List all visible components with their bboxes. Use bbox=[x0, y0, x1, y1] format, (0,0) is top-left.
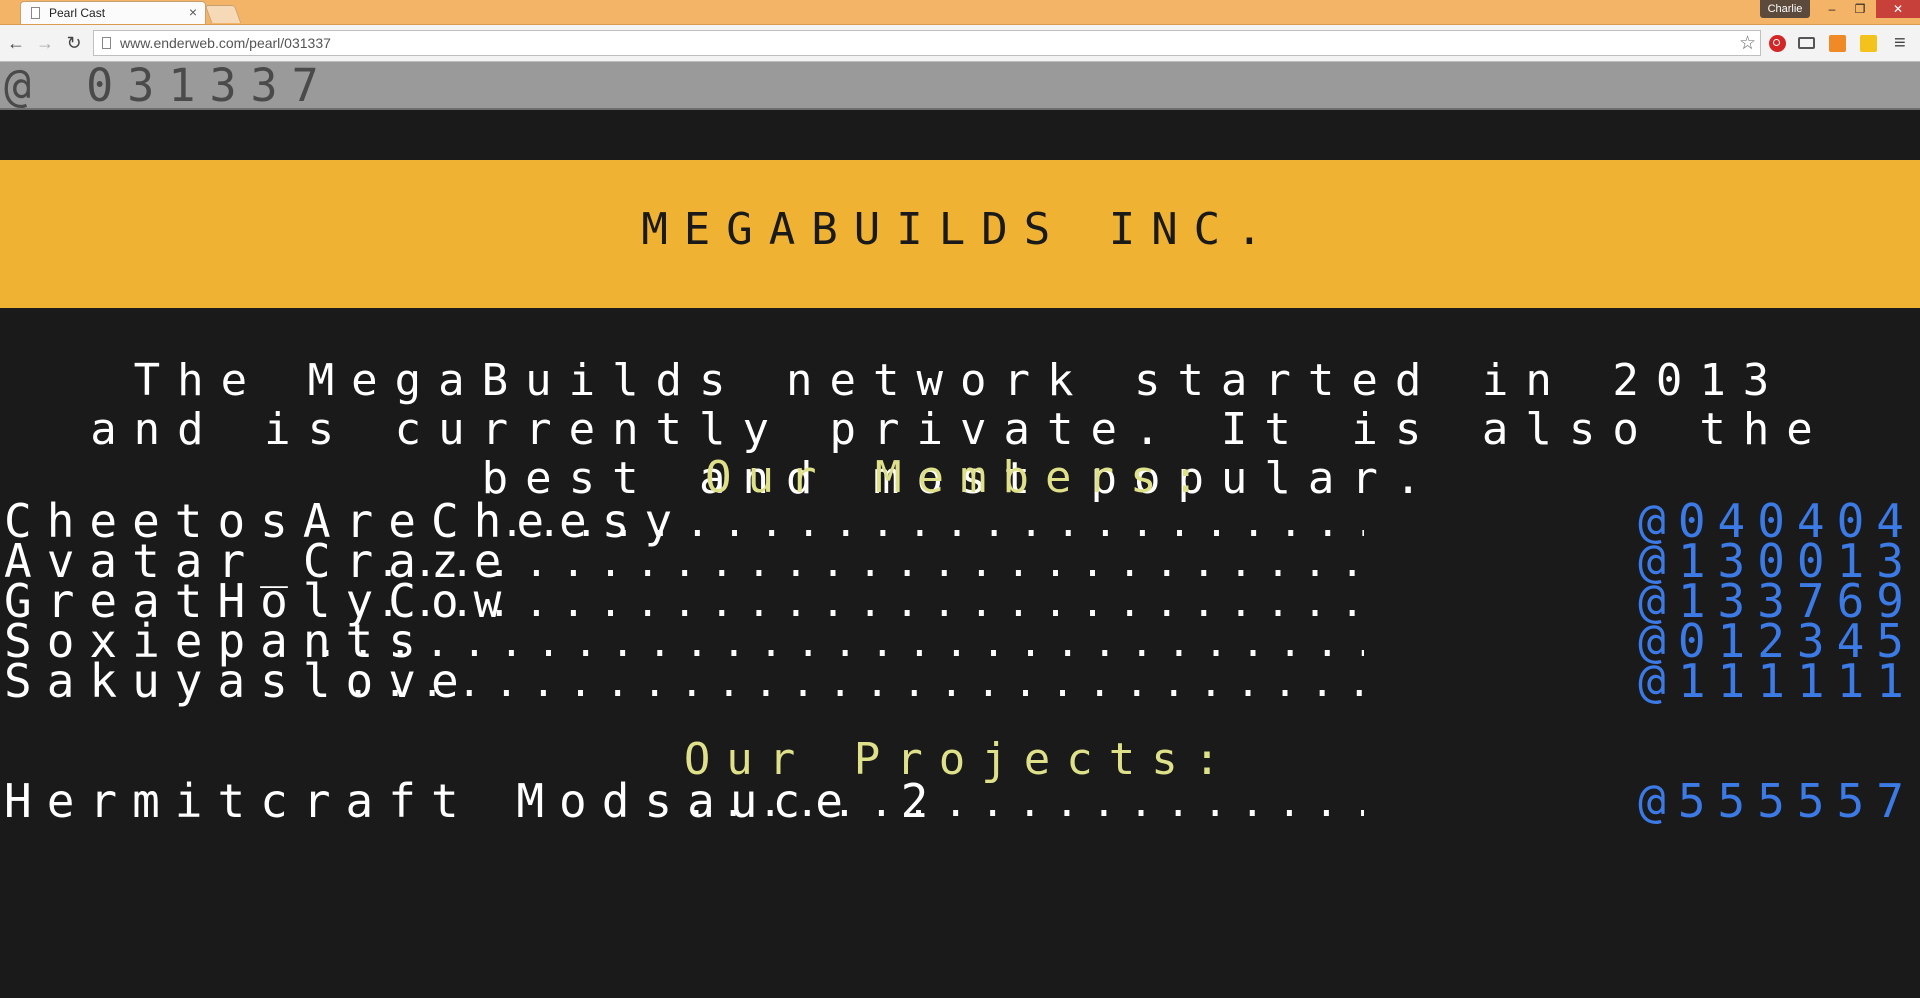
pearl-address: @ 031337 bbox=[4, 62, 333, 112]
back-icon[interactable]: ← bbox=[5, 32, 27, 54]
browser-tab[interactable]: Pearl Cast × bbox=[20, 1, 206, 24]
menu-icon[interactable]: ≡ bbox=[1894, 32, 1906, 55]
page-info-icon[interactable] bbox=[102, 37, 111, 49]
page-title: MEGABUILDS INC. bbox=[641, 204, 1279, 255]
project-code-link[interactable]: @555557 bbox=[1638, 774, 1916, 828]
page-content: @ 031337 MEGABUILDS INC. The MegaBuilds … bbox=[0, 62, 1920, 998]
cast-icon[interactable] bbox=[1798, 37, 1815, 49]
tab-title: Pearl Cast bbox=[49, 6, 106, 20]
opera-icon[interactable] bbox=[1769, 35, 1786, 52]
minimize-button[interactable]: – bbox=[1818, 0, 1846, 18]
close-tab-icon[interactable]: × bbox=[189, 4, 197, 20]
member-code-link[interactable]: @111111 bbox=[1638, 654, 1916, 708]
browser-toolbar: ← → ↻ www.enderweb.com/pearl/031337 ☆ ≡ bbox=[0, 25, 1920, 62]
grid-extension-icon[interactable] bbox=[1860, 35, 1877, 52]
member-row: Sakuyaslove ............................… bbox=[4, 654, 1916, 708]
page-icon bbox=[31, 7, 40, 19]
close-window-button[interactable]: ✕ bbox=[1876, 0, 1920, 18]
new-tab-button[interactable] bbox=[204, 5, 242, 23]
title-banner: MEGABUILDS INC. bbox=[0, 160, 1920, 308]
leader-dots: .............................. bbox=[684, 780, 1364, 826]
forward-icon[interactable]: → bbox=[34, 32, 56, 54]
pearl-address-bar: @ 031337 bbox=[0, 62, 1920, 112]
leader-dots: ........................................… bbox=[346, 660, 1364, 706]
address-bar[interactable]: www.enderweb.com/pearl/031337 ☆ bbox=[93, 30, 1761, 56]
url-text[interactable]: www.enderweb.com/pearl/031337 bbox=[120, 35, 331, 51]
profile-button[interactable]: Charlie bbox=[1760, 0, 1810, 18]
reload-icon[interactable]: ↻ bbox=[63, 32, 85, 54]
browser-titlebar: Pearl Cast × Charlie – ❐ ✕ bbox=[0, 0, 1920, 25]
star-icon[interactable]: ☆ bbox=[1739, 32, 1756, 55]
project-row: Hermitcraft Modsauce 2 .................… bbox=[4, 774, 1916, 828]
chart-icon[interactable] bbox=[1829, 35, 1846, 52]
maximize-button[interactable]: ❐ bbox=[1846, 0, 1874, 18]
